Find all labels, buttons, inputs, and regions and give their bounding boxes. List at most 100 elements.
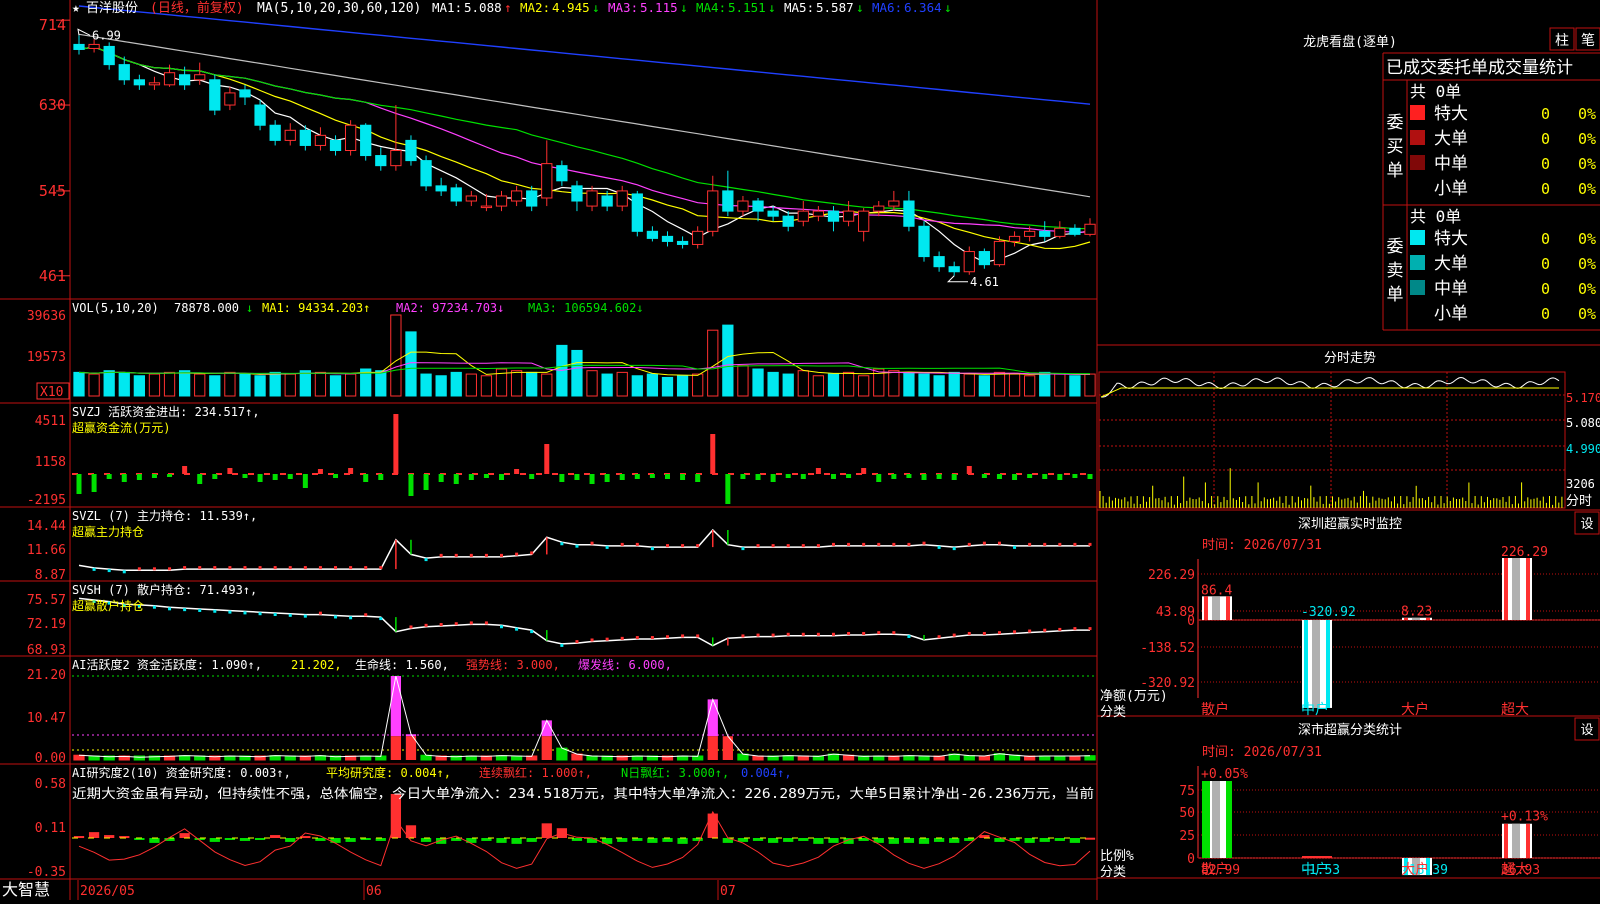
order-row-pct: 0%	[1578, 105, 1596, 123]
svsh-line-path-tick	[515, 627, 519, 631]
vol-title: VOL(5,10,20)	[72, 301, 159, 315]
svsh-line-path-tick	[1058, 627, 1062, 631]
svzl-line-path-tick	[877, 542, 881, 546]
ai-research-bar	[1084, 837, 1096, 840]
date-07: 07	[720, 884, 736, 899]
svzl-line-path-tick	[847, 542, 851, 546]
svzl-line-path-tick	[1028, 542, 1032, 546]
svzj-bar	[559, 474, 565, 482]
candle-body	[435, 185, 447, 192]
order-row-count: 0	[1541, 305, 1550, 323]
svzl-line-path-tick	[907, 542, 911, 546]
order-row-count: 0	[1541, 255, 1550, 273]
ma-value-label: MA4:	[696, 0, 726, 15]
svsh-line-path-tick	[213, 609, 217, 613]
sz-settings-label[interactable]: 设	[1580, 517, 1593, 532]
ai-active-bar	[903, 755, 915, 761]
svzl-subtitle: 超赢主力持仓	[72, 524, 144, 539]
ai-research-extra: 0.004↑,	[741, 766, 792, 780]
volume-bar	[812, 375, 825, 397]
sz-chart-bar-edge	[1226, 596, 1230, 620]
szclass-chart-time: 时间: 2026/07/31	[1202, 745, 1322, 760]
candle-body	[541, 163, 553, 199]
svsh-line-path-tick	[756, 633, 760, 637]
ai-active-bar	[1069, 755, 1081, 761]
sz-chart-value-label: 226.29	[1501, 545, 1548, 560]
volume-bar	[676, 375, 689, 397]
candle-body	[812, 210, 825, 217]
ai-research-bar	[345, 838, 356, 842]
stock-name[interactable]: 百洋股份	[86, 1, 138, 16]
column-button-label[interactable]: 柱	[1555, 33, 1569, 49]
vol-unit[interactable]: X10	[40, 385, 63, 400]
volume-bar	[254, 375, 266, 397]
svsh-line-path-tick	[500, 625, 504, 629]
volume-bar	[918, 373, 930, 397]
candle-body	[616, 190, 628, 207]
svzj-bar	[981, 474, 987, 478]
svzl-line-path-tick	[967, 542, 971, 546]
ai-research-bar	[813, 838, 824, 844]
ai-research-comment: 近期大资金虽有异动，但持续性不强，总体偏空，今日大单净流入：234.518万元，…	[72, 786, 1094, 802]
ai-active-bar	[390, 736, 402, 760]
sz-chart-bar-edge	[1526, 558, 1530, 620]
vol-main-arrow: ↓	[246, 301, 253, 315]
svzj-bar	[91, 474, 97, 492]
volume-bar	[465, 373, 477, 397]
candle-body	[797, 210, 809, 222]
period-label[interactable]: (日线，前复权)	[150, 0, 244, 16]
date-06: 06	[366, 884, 382, 899]
intraday-tick-2: 5.080	[1566, 416, 1600, 430]
svzj-bar	[167, 474, 173, 477]
svzj-bar	[378, 474, 384, 480]
svzl-line-path-tick	[364, 566, 368, 570]
szclass-chart-bar-edge	[1526, 823, 1530, 858]
buy-total: 共 0单	[1410, 82, 1461, 101]
ai-research-bar	[285, 838, 296, 842]
volume-bar	[148, 373, 161, 397]
intraday-tick-3: 4.990	[1566, 442, 1600, 456]
candle-body	[284, 129, 296, 141]
svsh-line-path-tick	[741, 634, 745, 638]
volume-bar	[1084, 373, 1096, 397]
svzj-bar	[197, 474, 203, 484]
order-row-count: 0	[1541, 180, 1550, 198]
svzl-line-path-tick	[892, 542, 896, 546]
ai-research-bar	[647, 838, 658, 843]
side-label-char: 单	[1387, 285, 1404, 305]
ai-active-bar	[963, 755, 975, 761]
sz-chart-value-label: -320.92	[1301, 605, 1356, 620]
volume-bar	[194, 373, 206, 397]
svzj-bar	[242, 474, 248, 478]
svzl-line-path-tick	[1073, 542, 1077, 546]
szclass-settings-label[interactable]: 设	[1580, 723, 1593, 738]
candle-body	[224, 92, 236, 106]
svsh-line-path-tick	[771, 633, 775, 637]
ai-research-nday: N日飘红: 3.000↑,	[621, 765, 729, 780]
pen-button-label[interactable]: 笔	[1581, 33, 1595, 49]
svzj-bar	[1042, 474, 1048, 479]
candle-body	[571, 185, 583, 202]
candle-body	[1054, 227, 1066, 237]
svsh-ytick-3: 68.93	[27, 643, 66, 658]
ai-research-streak: 连续飘红: 1.000↑,	[479, 765, 592, 780]
sz-chart-ytick: 226.29	[1148, 568, 1195, 583]
ai-research-title: AI研究度2(10) 资金研究度: 0.003↑,	[72, 765, 291, 780]
svzj-bar	[680, 474, 686, 480]
candle-body	[661, 235, 674, 242]
ma-prefix: MA(5,10,20,30,60,120)	[257, 1, 421, 16]
order-row-name: 中单	[1434, 154, 1468, 174]
candle-body	[948, 266, 960, 273]
svsh-line-path-tick	[620, 636, 624, 640]
candle-body	[888, 200, 900, 207]
svzl-line-path-tick	[1088, 542, 1092, 546]
ai-research-bar	[209, 838, 220, 842]
svzj-bar	[800, 474, 806, 479]
order-row-pct: 0%	[1578, 155, 1596, 173]
candle-body	[88, 43, 100, 49]
svzj-bar	[302, 474, 308, 488]
candle-body	[722, 190, 734, 212]
volume-bar	[73, 371, 85, 397]
candle-body	[827, 210, 840, 222]
svzj-bar	[1012, 474, 1018, 480]
